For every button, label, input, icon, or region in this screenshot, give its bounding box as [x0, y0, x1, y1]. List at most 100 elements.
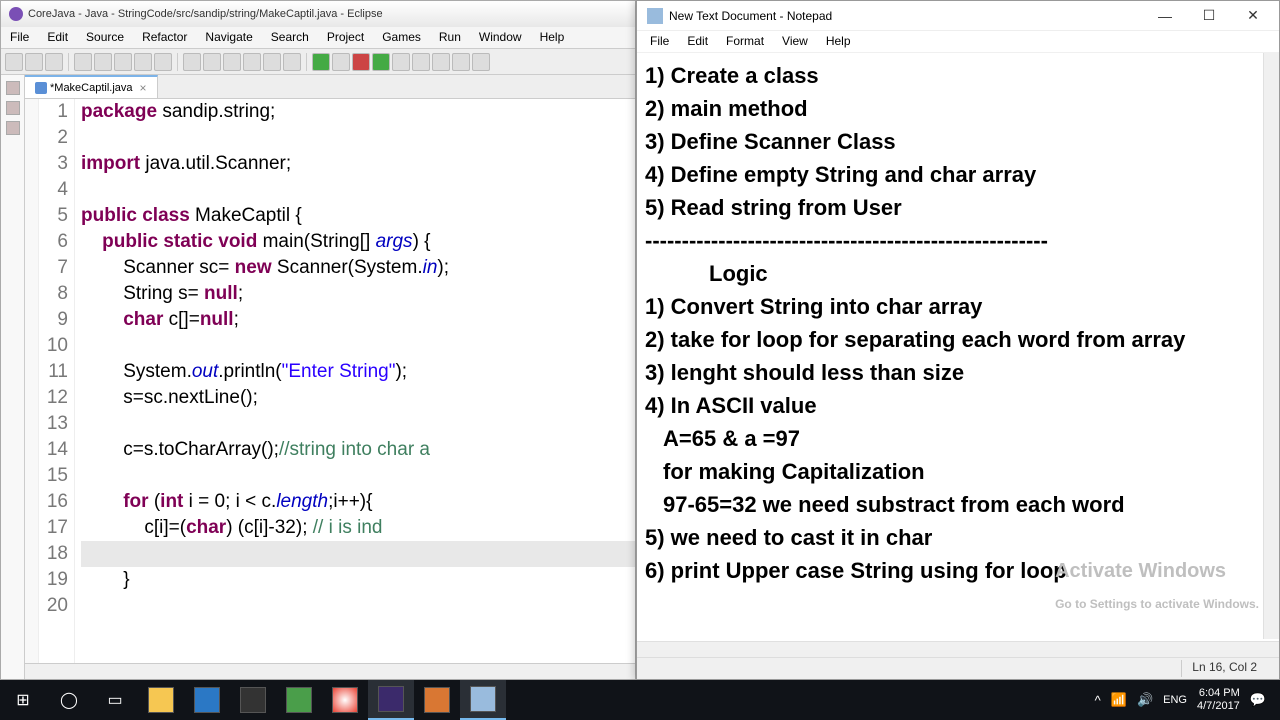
- notepad-line: 97-65=32 we need substract from each wor…: [645, 488, 1271, 521]
- taskbar-left: ⊞ ◯ ▭: [0, 680, 506, 720]
- eclipse-icon: [9, 7, 23, 21]
- app-icon[interactable]: [414, 680, 460, 720]
- toolbar-btn[interactable]: [94, 53, 112, 71]
- eclipse-editor: *MakeCaptil.java × 123456789101112131415…: [25, 75, 635, 679]
- notepad-line: for making Capitalization: [645, 455, 1271, 488]
- eclipse-taskbar-icon[interactable]: [368, 680, 414, 720]
- notepad-line: 2) take for loop for separating each wor…: [645, 323, 1271, 356]
- menu-edit[interactable]: Edit: [38, 27, 77, 48]
- separator: [68, 53, 69, 71]
- maximize-button[interactable]: ☐: [1187, 2, 1231, 30]
- toolbar-btn[interactable]: [432, 53, 450, 71]
- breakpoint-bar[interactable]: [25, 99, 39, 663]
- notepad-line: 4) Define empty String and char array: [645, 158, 1271, 191]
- start-button[interactable]: ⊞: [0, 680, 46, 720]
- toolbar-btn[interactable]: [134, 53, 152, 71]
- view-button[interactable]: [6, 81, 20, 95]
- toolbar-btn[interactable]: [263, 53, 281, 71]
- tab-label: *MakeCaptil.java: [50, 82, 133, 94]
- menu-format[interactable]: Format: [717, 31, 773, 52]
- cursor-position: Ln 16, Col 2: [1181, 660, 1267, 677]
- debug-button[interactable]: [332, 53, 350, 71]
- menu-refactor[interactable]: Refactor: [133, 27, 196, 48]
- toolbar-btn[interactable]: [472, 53, 490, 71]
- tray-chevron-icon[interactable]: ^: [1095, 693, 1101, 708]
- eclipse-title-text: CoreJava - Java - StringCode/src/sandip/…: [28, 8, 383, 20]
- toolbar-btn[interactable]: [74, 53, 92, 71]
- eclipse-window: CoreJava - Java - StringCode/src/sandip/…: [0, 0, 636, 680]
- notepad-line: ----------------------------------------…: [645, 224, 1271, 257]
- notepad-title-text: New Text Document - Notepad: [669, 9, 1143, 23]
- volume-icon[interactable]: 🔊: [1137, 692, 1153, 708]
- eclipse-titlebar[interactable]: CoreJava - Java - StringCode/src/sandip/…: [1, 1, 635, 27]
- save-all-button[interactable]: [45, 53, 63, 71]
- save-button[interactable]: [25, 53, 43, 71]
- menu-project[interactable]: Project: [318, 27, 373, 48]
- toolbar-btn[interactable]: [392, 53, 410, 71]
- menu-view[interactable]: View: [773, 31, 817, 52]
- toolbar-btn[interactable]: [412, 53, 430, 71]
- menu-help[interactable]: Help: [531, 27, 574, 48]
- network-icon[interactable]: 📶: [1111, 692, 1127, 708]
- notepad-line: 1) Convert String into char array: [645, 290, 1271, 323]
- app-icon[interactable]: [230, 680, 276, 720]
- view-button[interactable]: [6, 101, 20, 115]
- language-indicator[interactable]: ENG: [1163, 694, 1187, 706]
- close-button[interactable]: ✕: [1231, 2, 1275, 30]
- notifications-icon[interactable]: 💬: [1250, 692, 1266, 708]
- watermark-line2: Go to Settings to activate Windows.: [1055, 588, 1259, 621]
- clock[interactable]: 6:04 PM 4/7/2017: [1197, 687, 1240, 713]
- eclipse-menubar: FileEditSourceRefactorNavigateSearchProj…: [1, 27, 635, 49]
- toolbar-btn[interactable]: [203, 53, 221, 71]
- notepad-text-area[interactable]: 1) Create a class2) main method3) Define…: [637, 53, 1279, 641]
- watermark-line1: Activate Windows: [1055, 555, 1259, 588]
- menu-help[interactable]: Help: [817, 31, 860, 52]
- separator: [306, 53, 307, 71]
- menu-edit[interactable]: Edit: [678, 31, 717, 52]
- v-scrollbar[interactable]: [1263, 53, 1279, 639]
- toolbar-btn[interactable]: [154, 53, 172, 71]
- run-button[interactable]: [312, 53, 330, 71]
- notepad-menubar: FileEditFormatViewHelp: [637, 31, 1279, 53]
- menu-navigate[interactable]: Navigate: [196, 27, 261, 48]
- toolbar-btn[interactable]: [223, 53, 241, 71]
- cortana-button[interactable]: ◯: [46, 680, 92, 720]
- chrome-icon[interactable]: [322, 680, 368, 720]
- separator: [177, 53, 178, 71]
- notepad-titlebar[interactable]: New Text Document - Notepad — ☐ ✕: [637, 1, 1279, 31]
- notepad-line: 2) main method: [645, 92, 1271, 125]
- menu-file[interactable]: File: [641, 31, 678, 52]
- h-scrollbar[interactable]: [25, 663, 635, 679]
- toolbar-btn[interactable]: [452, 53, 470, 71]
- taskview-button[interactable]: ▭: [92, 680, 138, 720]
- notepad-line: Logic: [645, 257, 1271, 290]
- toolbar-btn[interactable]: [114, 53, 132, 71]
- toolbar-btn[interactable]: [243, 53, 261, 71]
- app-icon[interactable]: [276, 680, 322, 720]
- notepad-window: New Text Document - Notepad — ☐ ✕ FileEd…: [636, 0, 1280, 680]
- notepad-taskbar-icon[interactable]: [460, 680, 506, 720]
- h-scrollbar[interactable]: [637, 641, 1279, 657]
- menu-games[interactable]: Games: [373, 27, 430, 48]
- notepad-line: 1) Create a class: [645, 59, 1271, 92]
- editor-tab-makecaptil[interactable]: *MakeCaptil.java ×: [25, 75, 158, 98]
- toolbar-btn[interactable]: [283, 53, 301, 71]
- run-last-button[interactable]: [372, 53, 390, 71]
- menu-window[interactable]: Window: [470, 27, 531, 48]
- notepad-line: 3) lenght should less than size: [645, 356, 1271, 389]
- code-area[interactable]: 1234567891011121314151617181920 package …: [25, 99, 635, 663]
- stop-button[interactable]: [352, 53, 370, 71]
- minimize-button[interactable]: —: [1143, 2, 1187, 30]
- menu-source[interactable]: Source: [77, 27, 133, 48]
- menu-run[interactable]: Run: [430, 27, 470, 48]
- menu-file[interactable]: File: [1, 27, 38, 48]
- view-button[interactable]: [6, 121, 20, 135]
- edge-icon[interactable]: [184, 680, 230, 720]
- file-explorer-icon[interactable]: [138, 680, 184, 720]
- toolbar-btn[interactable]: [183, 53, 201, 71]
- eclipse-leftbar: [1, 75, 25, 679]
- menu-search[interactable]: Search: [262, 27, 318, 48]
- source-text[interactable]: package sandip.string; import java.util.…: [75, 99, 635, 663]
- tab-close-icon[interactable]: ×: [140, 81, 147, 95]
- new-button[interactable]: [5, 53, 23, 71]
